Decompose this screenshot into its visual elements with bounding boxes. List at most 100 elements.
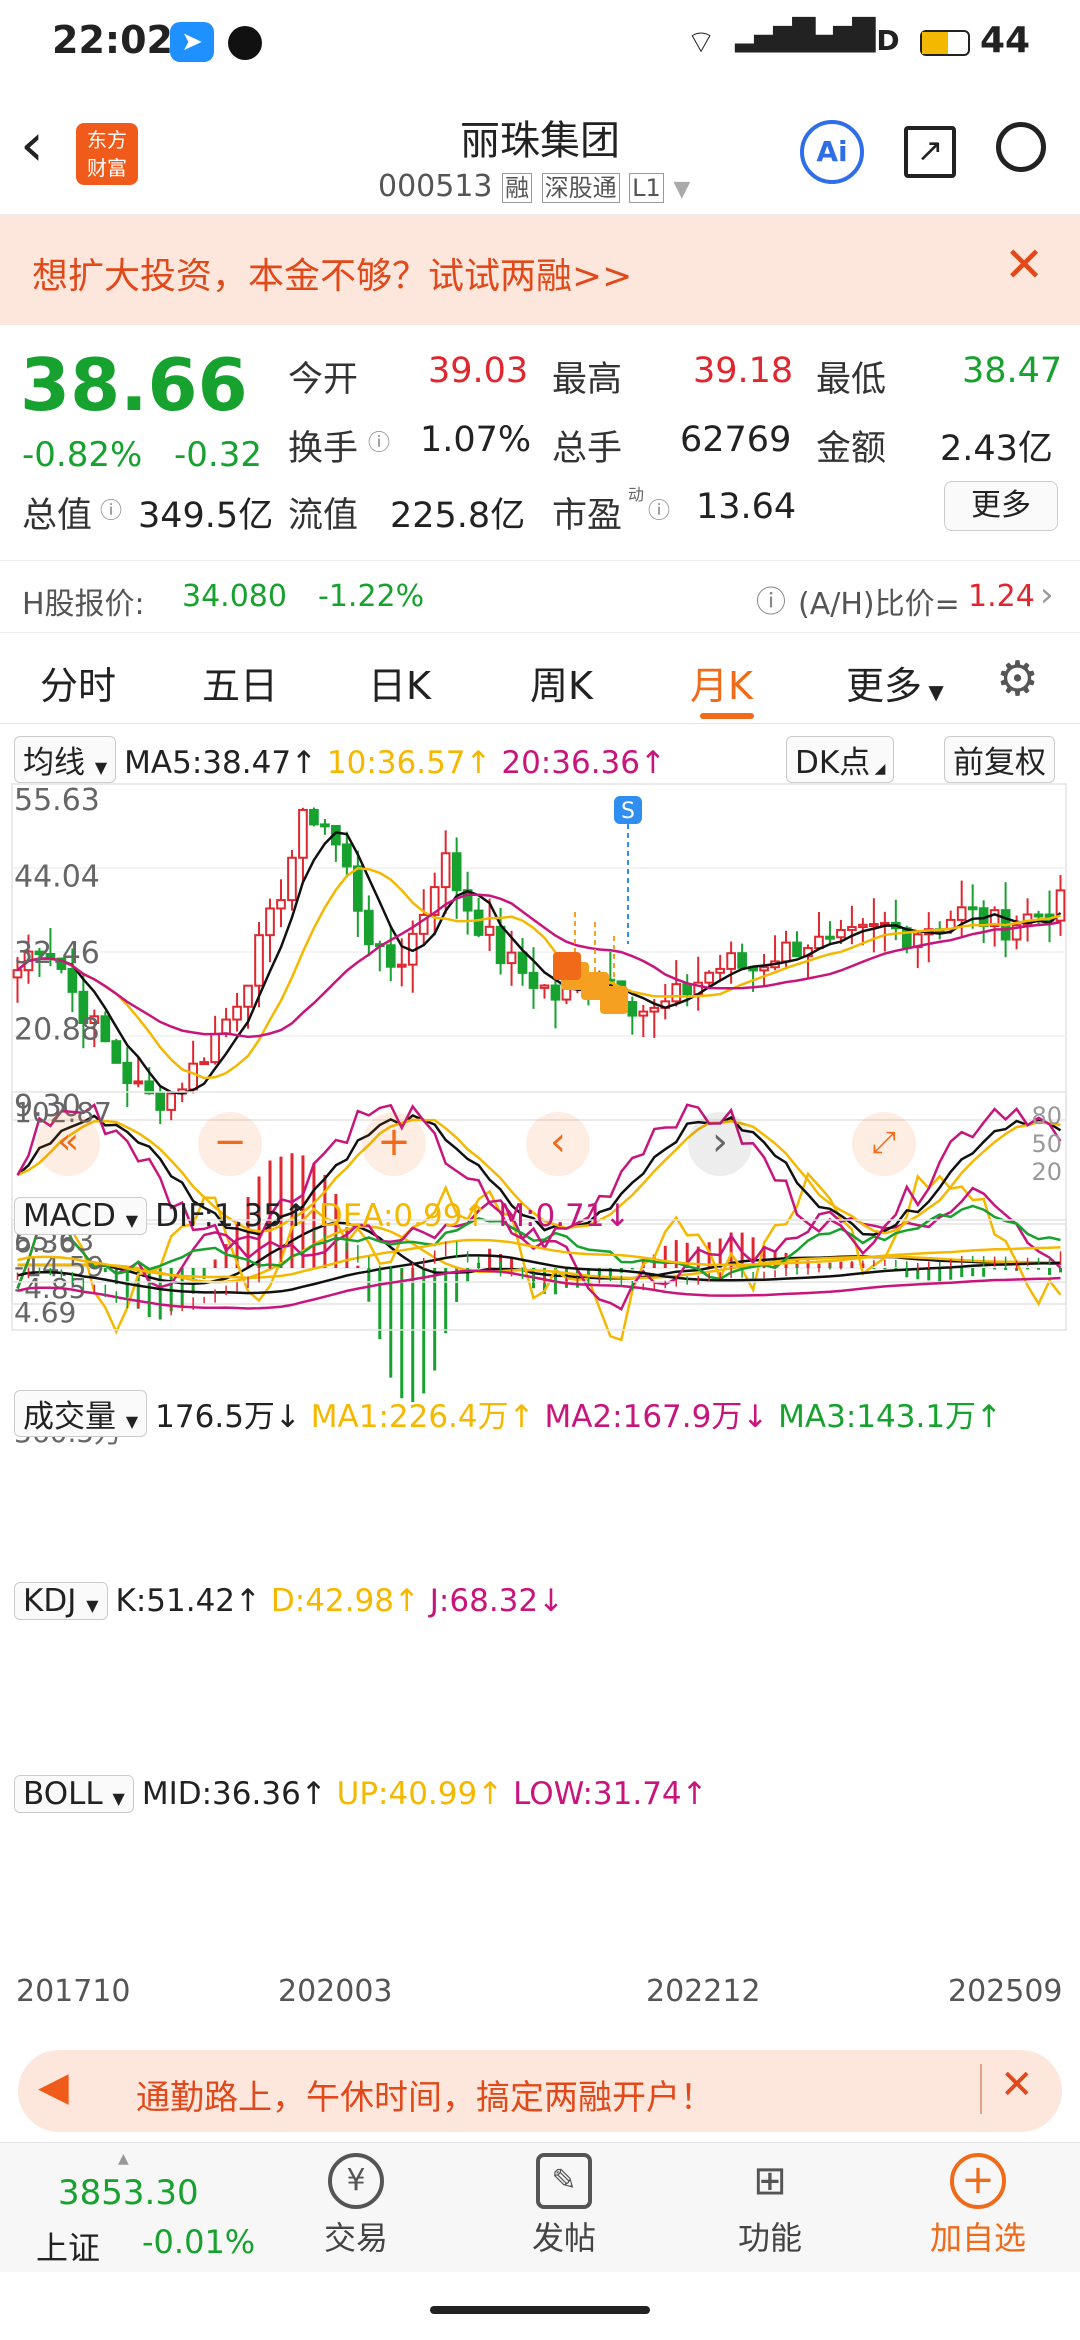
index-ticker[interactable]: ▲ 3853.30 上证 -0.01% (0, 2143, 270, 2271)
scroll-right-button[interactable]: › (688, 1112, 752, 1176)
active-tab-indicator (700, 713, 754, 719)
x-axis: 201710 202003 202212 202509 (0, 1972, 1080, 2016)
candle-body (100, 1015, 111, 1043)
candle-body (232, 1005, 242, 1021)
tab-daily-k[interactable]: 日K (368, 655, 431, 710)
close-icon[interactable]: ✕ (1004, 237, 1044, 293)
edit-icon: ✎ (536, 2153, 592, 2209)
volume-selector[interactable]: 成交量 ▼ (14, 1390, 148, 1437)
candle-body (956, 906, 967, 921)
candle-body (451, 852, 462, 892)
scroll-start-button[interactable]: « (36, 1112, 100, 1176)
ma-selector-label: 均线 (23, 745, 85, 781)
candle-body (309, 808, 319, 826)
ad-divider (980, 2064, 982, 2114)
candle-body (210, 1032, 220, 1064)
fullscreen-button[interactable]: ⤢ (852, 1112, 916, 1176)
help-icon[interactable]: ⓘ (756, 577, 786, 621)
float-cap-label: 流值 (288, 496, 359, 536)
nav-functions-label: 功能 (737, 2219, 802, 2257)
candle-body (221, 1018, 231, 1035)
volume-selector-label: 成交量 (23, 1399, 116, 1435)
candle-body (506, 951, 517, 965)
kline-chart[interactable]: 55.6344.0432.4620.889.30S 6.36-4.85 360.… (0, 724, 1080, 2030)
macd-selector[interactable]: MACD ▼ (14, 1197, 148, 1235)
zoom-out-button[interactable]: − (198, 1112, 262, 1176)
candle-body (726, 952, 736, 970)
h-share-price: 34.080 (182, 579, 287, 614)
candle-body (781, 941, 791, 963)
share-icon[interactable]: ↗ (904, 126, 956, 178)
chevron-down-icon[interactable]: ▼ (673, 177, 690, 202)
nav-functions[interactable]: ⊞ 功能 (700, 2153, 840, 2259)
tab-five-day[interactable]: 五日 (202, 655, 278, 710)
boll-selector[interactable]: BOLL ▼ (14, 1775, 134, 1813)
caret-down-icon: ▼ (922, 680, 944, 704)
close-icon[interactable]: ✕ (1000, 2062, 1034, 2108)
macd-header: MACD ▼ DIF:1.35↑ DEA:0.99↑ M:0.71↓ (14, 1197, 630, 1235)
ad-bar[interactable]: ◀ 通勤路上，午休时间，搞定两融开户！ ✕ (18, 2050, 1062, 2132)
nav-add-label: 加自选 (929, 2219, 1026, 2257)
kdj-header: KDJ ▼ K:51.42↑ D:42.98↑ J:68.32↓ (14, 1582, 564, 1620)
nav-add-watchlist[interactable]: + 加自选 (908, 2153, 1048, 2259)
candle-body (396, 963, 407, 968)
bottom-toolbar: ▲ 3853.30 上证 -0.01% ¥ 交易 ✎ 发帖 ⊞ 功能 + 加自选 (0, 2142, 1080, 2272)
candle-body (517, 951, 528, 974)
candle-body (122, 1061, 133, 1085)
status-bar: 22:02 ➤ ⌔ ▂▄▆█ ▂▄▆█ HD 44 (0, 0, 1080, 90)
kdj-selector[interactable]: KDJ ▼ (14, 1582, 108, 1620)
ma-header: 均线 ▼ MA5:38.47↑ 10:36.57↑ 20:36.36↑ (14, 736, 666, 783)
info-icon[interactable]: ⓘ (100, 493, 122, 525)
low-value: 38.47 (962, 351, 1063, 391)
candle-body (847, 926, 857, 931)
ai-button[interactable]: Ai (800, 120, 864, 184)
stock-header: ‹ 东方 财富 丽珠集团 000513 融 深股通 L1 ▼ Ai ↗ (0, 90, 1080, 215)
amount-value: 2.43亿 (940, 429, 1053, 469)
y-tick: 20.88 (14, 1013, 100, 1048)
candle-body (759, 966, 769, 972)
float-cap-value: 225.8亿 (390, 496, 526, 536)
period-tabs: 分时 五日 日K 周K 月K 更多 ▼ ⚙ (0, 632, 1080, 724)
dk-points-button[interactable]: DK点 ◢ (786, 736, 895, 783)
tab-monthly-k[interactable]: 月K (690, 655, 753, 710)
scroll-left-button[interactable]: ‹ (526, 1112, 590, 1176)
caret-down-icon: ▼ (94, 758, 108, 777)
candle-body (792, 941, 802, 958)
volume-current: 176.5万↓ (155, 1399, 301, 1435)
candle-body (353, 865, 363, 912)
tab-weekly-k[interactable]: 周K (530, 655, 593, 710)
adjust-mode-button[interactable]: 前复权 (944, 736, 1055, 783)
tab-intraday[interactable]: 分时 (40, 655, 116, 710)
stock-code: 000513 (378, 169, 493, 204)
candle-body (671, 983, 682, 1003)
candle-body (1033, 913, 1044, 918)
h-share-pct: -1.22% (318, 579, 425, 614)
candle-body (649, 1006, 660, 1013)
search-icon[interactable] (996, 122, 1046, 172)
nav-post[interactable]: ✎ 发帖 (494, 2153, 634, 2259)
y-tick: 55.63 (14, 783, 100, 818)
candle-body (342, 843, 352, 868)
boll-up: UP:40.99↑ (336, 1776, 504, 1812)
settings-gear-icon[interactable]: ⚙ (996, 651, 1039, 707)
candle-body (166, 1092, 177, 1111)
tab-more-label: 更多 (846, 664, 923, 708)
info-icon[interactable]: ⓘ (368, 425, 390, 457)
tab-more[interactable]: 更多 ▼ (846, 655, 944, 710)
more-button[interactable]: 更多 (944, 481, 1058, 531)
candle-body (111, 1040, 122, 1064)
candle-body (12, 969, 23, 979)
promo-banner[interactable]: 想扩大投资，本金不够？试试两融>> ✕ (0, 215, 1080, 325)
boll-low: LOW:31.74↑ (513, 1776, 708, 1812)
signal-badge-text: S (621, 799, 635, 824)
location-icon: ➤ (170, 22, 214, 62)
mktcap-label: 总值 (22, 496, 93, 536)
info-icon[interactable]: ⓘ (648, 493, 670, 525)
battery-level: 44 (980, 20, 1031, 61)
h-share-row[interactable]: H股报价: 34.080 -1.22% ⓘ (A/H)比价= 1.24 › (0, 560, 1080, 632)
ma-selector[interactable]: 均线 ▼ (14, 736, 117, 783)
dk-label: DK点 (795, 745, 871, 781)
nav-trade[interactable]: ¥ 交易 (286, 2153, 426, 2259)
zoom-in-button[interactable]: + (362, 1112, 426, 1176)
chat-bubble-icon (228, 26, 262, 60)
